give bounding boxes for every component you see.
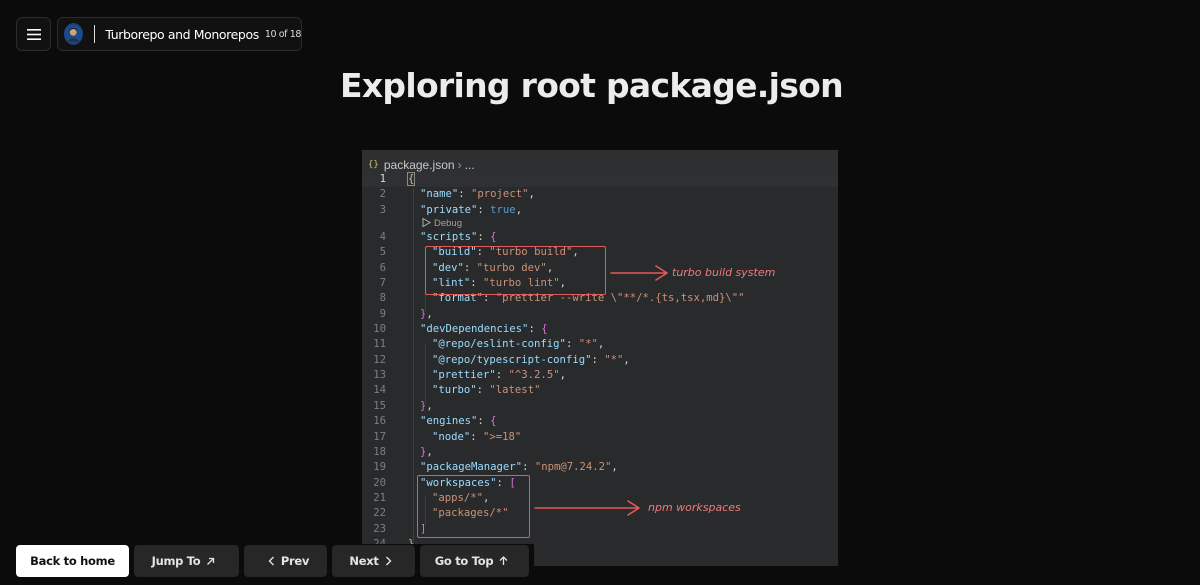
arrow-up-icon [499,556,508,566]
scripts-highlight-box [425,246,606,295]
code-line: 9}, [379,307,433,320]
json-file-icon: {} [368,159,379,170]
chevron-right-icon: › [457,157,462,172]
arrow-right-icon [534,500,640,516]
code-line: 10 "devDependencies": { [373,323,548,336]
chevron-left-icon [268,556,275,566]
code-line: 15}, [373,399,433,412]
jump-to-button[interactable]: Jump To [134,545,239,577]
code-line: 19 "packageManager": "npm@7.24.2", [373,461,618,474]
hamburger-menu-icon [26,28,41,40]
next-button[interactable]: Next [332,545,415,577]
codelens-debug: Debug [422,216,462,231]
lesson-progress: 10 of 18 [264,28,302,40]
code-line: 4 "scripts": { [379,231,497,244]
back-to-home-button[interactable]: Back to home [16,545,129,577]
header-divider [93,25,95,43]
code-line: 11 "@repo/eslint-config": "*", [373,338,605,351]
code-screenshot: {} package.json › ... 1{ 2 "name": "proje… [362,150,838,566]
code-line: 2 "name": "project", [379,188,535,201]
breadcrumb-rest: ... [464,157,475,172]
course-header[interactable]: Turborepo and Monorepos 10 of 18 [57,17,302,51]
avatar [64,23,83,45]
course-title: Turborepo and Monorepos [105,26,259,42]
chevron-right-icon [385,556,392,566]
bottom-navigation: Back to home Jump To Prev Next Go to Top [16,544,534,579]
prev-button[interactable]: Prev [244,545,327,577]
code-line: 17 "node": ">=18" [373,430,522,443]
code-line: 1{ [362,172,838,188]
codelens-row: Debug [362,216,838,231]
code-line: 14 "turbo": "latest" [373,384,541,397]
code-line: 16 "engines": { [373,415,497,428]
indent-guide [425,343,426,404]
code-line: 12 "@repo/typescript-config": "*", [373,353,630,366]
workspaces-highlight-box [417,475,530,538]
arrow-up-right-icon [206,557,215,566]
go-to-top-button[interactable]: Go to Top [420,545,529,577]
scripts-annotation: turbo build system [672,266,776,279]
arrow-right-icon [610,265,668,281]
page-title: Exploring root package.json [340,66,844,105]
breadcrumb-file: package.json [383,157,455,172]
workspaces-annotation: npm workspaces [648,501,741,514]
menu-button[interactable] [16,17,51,51]
code-line: 13 "prettier": "^3.2.5", [373,369,566,382]
play-icon [422,217,432,228]
code-line: 18}, [373,445,433,458]
indent-guide [413,188,414,548]
